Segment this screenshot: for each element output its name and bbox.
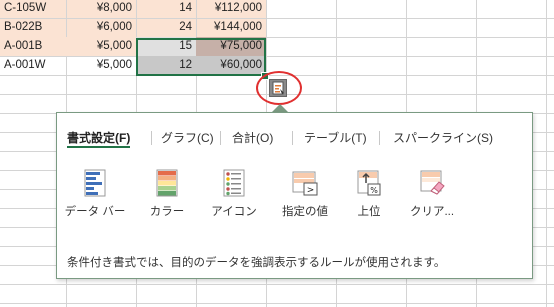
- code-cell[interactable]: C-105W: [0, 0, 66, 18]
- option-icon-set[interactable]: アイコン: [202, 165, 266, 225]
- option-label: アイコン: [211, 206, 257, 218]
- quick-analysis-panel: 書式設定(F) グラフ(C) 合計(O) テーブル(T) スパークライン(S) …: [56, 112, 533, 279]
- option-data-bar[interactable]: データ バー: [63, 165, 127, 225]
- svg-text:>: >: [307, 186, 315, 196]
- description-text: 条件付き書式では、目的のデータを強調表示するルールが使用されます。: [67, 257, 446, 269]
- total-cell[interactable]: ¥112,000: [196, 0, 266, 18]
- price-cell[interactable]: ¥8,000: [66, 0, 136, 18]
- price-cell[interactable]: ¥6,000: [66, 18, 136, 37]
- option-label: データ バー: [64, 206, 126, 218]
- selection-border: [136, 38, 266, 76]
- price-cell[interactable]: ¥5,000: [66, 37, 136, 56]
- tab-formatting[interactable]: 書式設定(F): [67, 129, 131, 148]
- quick-analysis-tabs: 書式設定(F) グラフ(C) 合計(O) テーブル(T) スパークライン(S): [65, 129, 525, 148]
- quick-analysis-button[interactable]: [269, 79, 287, 97]
- option-label: 上位: [357, 206, 381, 218]
- option-label: カラー: [149, 206, 185, 218]
- option-clear-format[interactable]: クリア...: [400, 165, 464, 225]
- code-cell[interactable]: A-001W: [0, 56, 66, 75]
- code-cell[interactable]: B-022B: [0, 18, 66, 37]
- option-top-percent[interactable]: % 上位: [337, 165, 401, 225]
- color-scale-icon: [156, 169, 178, 197]
- greater-than-icon: >: [292, 171, 318, 196]
- option-greater-than[interactable]: > 指定の値: [273, 165, 337, 225]
- total-cell[interactable]: ¥144,000: [196, 18, 266, 37]
- code-cell[interactable]: A-001B: [0, 37, 66, 56]
- option-label: 指定の値: [282, 206, 328, 218]
- top-percent-icon: %: [357, 170, 381, 196]
- clear-format-icon: [420, 170, 445, 195]
- price-cell[interactable]: ¥5,000: [66, 56, 136, 75]
- qty-cell[interactable]: 24: [136, 18, 196, 37]
- icon-set-icon: [223, 169, 245, 197]
- tab-sparklines[interactable]: スパークライン(S): [393, 129, 493, 147]
- quick-analysis-icon: [272, 81, 284, 95]
- qty-cell[interactable]: 14: [136, 0, 196, 18]
- option-label: クリア...: [409, 206, 455, 218]
- tab-tables[interactable]: テーブル(T): [304, 129, 367, 147]
- tab-totals[interactable]: 合計(O): [232, 129, 273, 147]
- formatting-options: データ バー カラー アイコン > 指定の値 % 上位 クリア...: [57, 165, 534, 225]
- data-bar-icon: [84, 169, 106, 197]
- tab-charts[interactable]: グラフ(C): [161, 129, 214, 147]
- option-color-scale[interactable]: カラー: [135, 165, 199, 225]
- svg-text:%: %: [370, 186, 378, 195]
